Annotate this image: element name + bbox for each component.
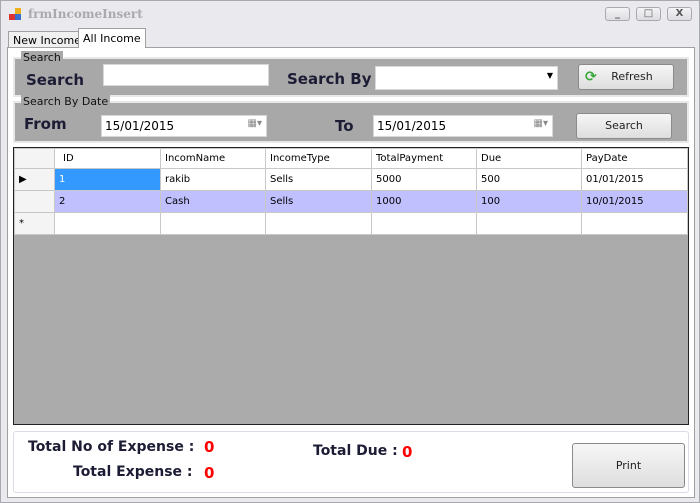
new-row[interactable]: * [14,212,688,235]
cell-name[interactable]: Cash [160,190,266,213]
cell-total[interactable]: 5000 [371,168,477,191]
cell-total[interactable]: 1000 [371,190,477,213]
cell-date[interactable]: 10/01/2015 [581,190,688,213]
maximize-button[interactable]: □ [636,7,661,21]
refresh-label: Refresh [611,70,653,83]
to-date-value: 15/01/2015 [377,119,447,133]
calendar-icon: ▦▾ [247,118,262,129]
cell[interactable] [476,212,582,235]
cell[interactable] [265,212,372,235]
to-date-picker[interactable]: 15/01/2015 ▦▾ [373,115,553,137]
cell[interactable] [371,212,477,235]
total-due-value: 0 [402,443,413,461]
cell[interactable] [160,212,266,235]
income-table: ID IncomName IncomeType TotalPayment Due… [14,148,688,235]
search-by-label: Search By [287,70,372,88]
date-group: Search By Date From 15/01/2015 ▦▾ To 15/… [13,95,689,143]
total-no-label: Total No of Expense : [28,439,195,455]
col-due[interactable]: Due [476,148,582,169]
close-button[interactable]: X [667,7,692,21]
col-id[interactable]: ID [54,148,161,169]
income-grid[interactable]: ID IncomName IncomeType TotalPayment Due… [13,147,689,425]
col-paydate[interactable]: PayDate [581,148,688,169]
cell-name[interactable]: rakib [160,168,266,191]
date-search-button[interactable]: Search [576,113,672,139]
tab-new-income[interactable]: New Income [8,31,86,48]
col-totalpayment[interactable]: TotalPayment [371,148,477,169]
cell[interactable] [581,212,688,235]
refresh-button[interactable]: ⟳ Refresh [578,64,674,90]
title-bar: frmIncomeInsert _ □ X [1,1,699,28]
new-row-icon: * [14,212,55,235]
table-row[interactable]: 2 Cash Sells 1000 100 10/01/2015 [14,190,688,213]
table-row[interactable]: ▶ 1 rakib Sells 5000 500 01/01/2015 [14,168,688,191]
refresh-icon: ⟳ [585,69,597,85]
search-label: Search [26,71,85,89]
app-icon [9,8,22,21]
from-label: From [24,115,67,133]
cell-id[interactable]: 2 [54,190,161,213]
tab-all-income[interactable]: All Income [78,28,146,48]
app-window: frmIncomeInsert _ □ X New Income All Inc… [0,0,700,503]
row-header-corner [14,148,55,169]
print-button[interactable]: Print [572,443,685,488]
col-incometype[interactable]: IncomeType [265,148,372,169]
search-input[interactable] [103,64,269,86]
row-header [14,190,55,213]
cell-type[interactable]: Sells [265,168,372,191]
cell-type[interactable]: Sells [265,190,372,213]
from-date-value: 15/01/2015 [105,119,175,133]
cell-id[interactable]: 1 [54,168,161,191]
cell-due[interactable]: 500 [476,168,582,191]
minimize-button[interactable]: _ [605,7,630,21]
cell[interactable] [54,212,161,235]
col-incomname[interactable]: IncomName [160,148,266,169]
summary-panel: Total No of Expense : 0 Total Expense : … [13,431,689,493]
search-group: Search Search Search By ▼ ⟳ Refresh [13,51,689,97]
to-label: To [335,117,354,135]
cell-date[interactable]: 01/01/2015 [581,168,688,191]
total-expense-label: Total Expense : [73,464,193,480]
search-group-legend: Search [21,51,63,64]
calendar-icon: ▦▾ [533,118,548,129]
window-title: frmIncomeInsert [28,7,143,21]
current-row-indicator-icon: ▶ [14,168,55,191]
total-due-label: Total Due : [313,443,398,459]
total-expense-value: 0 [204,464,215,482]
header-row: ID IncomName IncomeType TotalPayment Due… [14,148,688,169]
total-no-value: 0 [204,438,215,456]
cell-due[interactable]: 100 [476,190,582,213]
date-group-legend: Search By Date [21,95,111,108]
chevron-down-icon: ▼ [546,71,553,80]
from-date-picker[interactable]: 15/01/2015 ▦▾ [101,115,267,137]
search-by-select[interactable]: ▼ [375,66,558,90]
